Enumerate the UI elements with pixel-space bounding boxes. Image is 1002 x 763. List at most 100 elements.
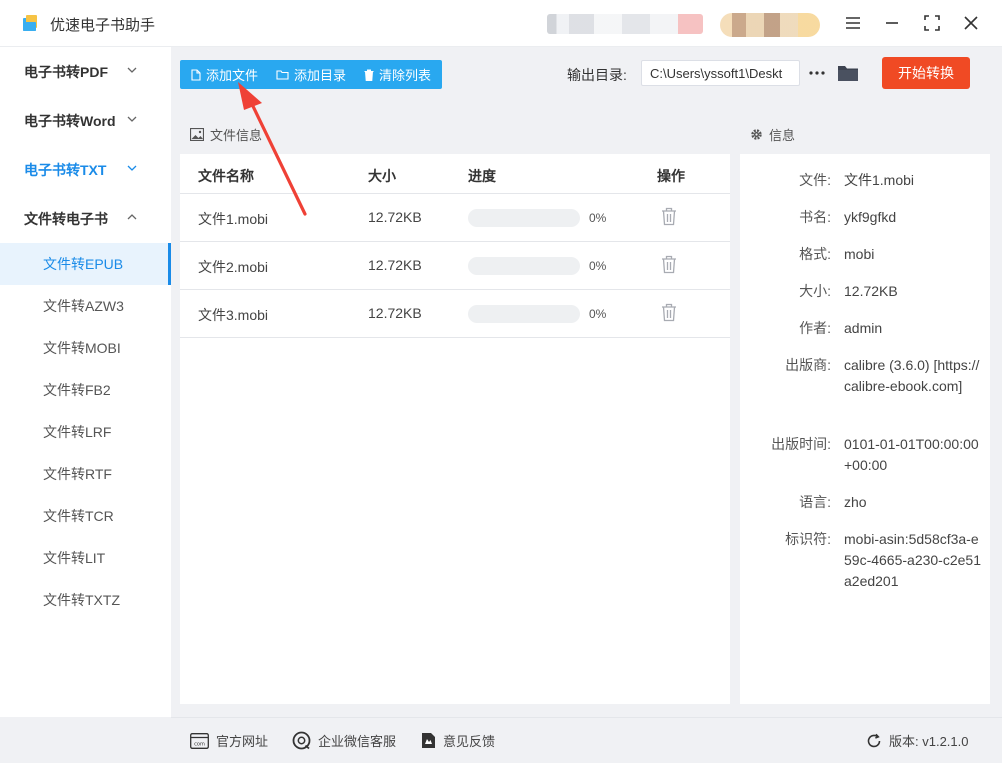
- refresh-icon: [867, 733, 881, 747]
- sidebar-item-file-to-azw3[interactable]: 文件转AZW3: [0, 285, 171, 327]
- add-folder-button[interactable]: 添加目录: [276, 60, 346, 89]
- chevron-down-icon: [127, 165, 137, 171]
- more-icon[interactable]: [808, 64, 826, 82]
- sidebar-item-file-to-tcr[interactable]: 文件转TCR: [0, 495, 171, 537]
- column-header-actions: 操作: [657, 168, 685, 184]
- version-label: 版本: v1.2.1.0: [889, 734, 969, 749]
- column-header-size: 大小: [368, 168, 396, 184]
- chevron-up-icon: [127, 214, 137, 220]
- sidebar-group-ebook-to-word[interactable]: 电子书转Word: [0, 96, 171, 145]
- feedback-icon: [422, 733, 435, 748]
- file-panel-title: 文件信息: [210, 127, 263, 143]
- info-panel: 信息 文件: 文件1.mobi 书名: ykf9gfkd 格式: mobi 大小…: [740, 114, 990, 704]
- info-value: 12.72KB: [844, 283, 898, 299]
- wechat-service-link[interactable]: 企业微信客服: [292, 731, 396, 750]
- version-info: 版本: v1.2.1.0: [866, 731, 968, 750]
- info-value: 0101-01-01T00:00:00+00:00: [844, 436, 979, 473]
- clear-list-label: 清除列表: [379, 68, 432, 83]
- feedback-link[interactable]: 意见反馈: [421, 731, 495, 750]
- file-name: 文件2.mobi: [198, 259, 269, 275]
- add-file-button[interactable]: 添加文件: [191, 60, 258, 89]
- file-size: 12.72KB: [368, 305, 422, 321]
- blurred-account-info: [547, 14, 703, 34]
- start-convert-button[interactable]: 开始转换: [882, 57, 970, 89]
- official-website-link[interactable]: com 官方网址: [190, 731, 268, 750]
- info-key: 出版时间:: [771, 436, 831, 452]
- file-size: 12.72KB: [368, 209, 422, 225]
- chevron-down-icon: [127, 67, 137, 73]
- info-key: 标识符:: [785, 531, 831, 547]
- sidebar-item-file-to-fb2[interactable]: 文件转FB2: [0, 369, 171, 411]
- wechat-service-label: 企业微信客服: [318, 734, 397, 749]
- info-value: calibre (3.6.0) [https://calibre-ebook.c…: [844, 357, 980, 394]
- trash-icon[interactable]: [661, 303, 677, 322]
- website-icon: com: [190, 732, 209, 749]
- progress-bar: [468, 305, 580, 323]
- folder-icon[interactable]: [837, 62, 859, 84]
- svg-text:com: com: [194, 741, 205, 747]
- trash-icon: [364, 69, 374, 81]
- info-key: 语言:: [799, 494, 831, 510]
- sidebar-item-file-to-lrf[interactable]: 文件转LRF: [0, 411, 171, 453]
- table-row[interactable]: 文件3.mobi 12.72KB 0%: [180, 290, 730, 338]
- progress-percent: 0%: [589, 211, 607, 225]
- info-value: mobi: [844, 246, 875, 262]
- info-key: 出版商:: [785, 357, 831, 373]
- app-logo-icon: [23, 15, 37, 31]
- window-menu-icon[interactable]: [842, 12, 864, 34]
- table-row[interactable]: 文件2.mobi 12.72KB 0%: [180, 242, 730, 290]
- image-icon: [190, 127, 204, 141]
- sidebar-group-label: 电子书转PDF: [24, 63, 108, 80]
- file-name: 文件1.mobi: [198, 211, 269, 227]
- file-name: 文件3.mobi: [198, 307, 269, 323]
- official-website-label: 官方网址: [216, 734, 269, 749]
- progress-percent: 0%: [589, 307, 607, 321]
- chevron-down-icon: [127, 116, 137, 122]
- add-folder-label: 添加目录: [294, 68, 347, 83]
- blurred-user-avatar: [720, 13, 820, 37]
- trash-icon[interactable]: [661, 207, 677, 226]
- sidebar-group-label: 文件转电子书: [24, 210, 108, 227]
- sidebar-group-label: 电子书转Word: [24, 112, 116, 129]
- sidebar-group-file-to-ebook[interactable]: 文件转电子书: [0, 194, 171, 243]
- info-value: 文件1.mobi: [844, 172, 915, 188]
- add-file-label: 添加文件: [206, 68, 259, 83]
- sidebar-item-file-to-mobi[interactable]: 文件转MOBI: [0, 327, 171, 369]
- info-key: 大小:: [799, 283, 831, 299]
- sidebar-group-ebook-to-pdf[interactable]: 电子书转PDF: [0, 47, 171, 96]
- toolbar: 添加文件 添加目录 清除列表: [180, 60, 442, 89]
- footer: com 官方网址 企业微信客服 意见反馈 版本: v1.2.1.0: [171, 717, 1002, 763]
- app-title: 优速电子书助手: [50, 17, 156, 34]
- feedback-label: 意见反馈: [443, 734, 496, 749]
- column-header-name: 文件名称: [198, 168, 254, 184]
- sidebar-group-ebook-to-txt[interactable]: 电子书转TXT: [0, 145, 171, 194]
- info-value: admin: [844, 320, 883, 336]
- output-dir-field[interactable]: C:\Users\yssoft1\Deskt: [641, 60, 800, 86]
- info-key: 书名:: [799, 209, 831, 225]
- sidebar-item-file-to-epub[interactable]: 文件转EPUB: [0, 243, 171, 285]
- info-value: ykf9gfkd: [844, 209, 897, 225]
- file-size: 12.72KB: [368, 257, 422, 273]
- table-row[interactable]: 文件1.mobi 12.72KB 0%: [180, 194, 730, 242]
- info-key: 格式:: [799, 246, 831, 262]
- folder-icon: [276, 70, 289, 80]
- trash-icon[interactable]: [661, 255, 677, 274]
- info-value: zho: [844, 494, 867, 510]
- sidebar-item-file-to-txtz[interactable]: 文件转TXTZ: [0, 579, 171, 621]
- info-value: mobi-asin:5d58cf3a-e59c-4665-a230-c2e51a…: [844, 531, 981, 589]
- progress-percent: 0%: [589, 259, 607, 273]
- progress-bar: [468, 257, 580, 275]
- sidebar-item-file-to-lit[interactable]: 文件转LIT: [0, 537, 171, 579]
- fullscreen-icon[interactable]: [921, 12, 943, 34]
- column-header-progress: 进度: [468, 168, 496, 184]
- title-bar: 优速电子书助手: [0, 0, 1002, 47]
- chat-bubble-icon: [292, 731, 311, 750]
- sidebar-item-file-to-rtf[interactable]: 文件转RTF: [0, 453, 171, 495]
- close-icon[interactable]: [960, 12, 982, 34]
- sidebar-group-label: 电子书转TXT: [24, 161, 107, 178]
- info-key: 文件:: [799, 172, 831, 188]
- clear-list-button[interactable]: 清除列表: [364, 60, 431, 89]
- table-header: 文件名称 大小 进度 操作: [180, 154, 730, 194]
- file-panel-header: 文件信息: [180, 114, 730, 154]
- minimize-icon[interactable]: [881, 12, 903, 34]
